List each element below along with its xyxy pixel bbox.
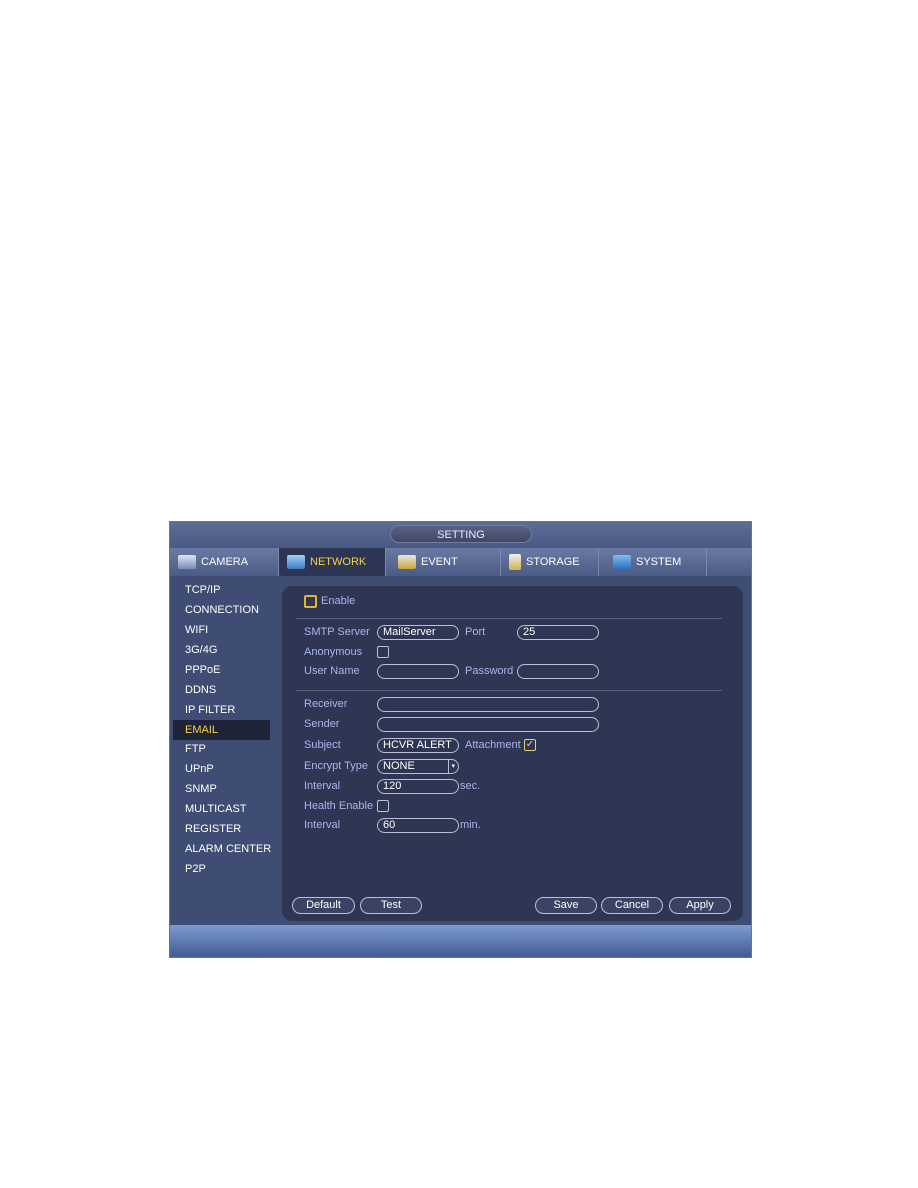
settings-window: SETTING CAMERA NETWORK EVENT STORAGE SYS… (169, 521, 752, 958)
smtp-server-label: SMTP Server (304, 626, 370, 638)
default-button[interactable]: Default (292, 897, 355, 914)
health-enable-label: Health Enable (304, 800, 374, 812)
email-settings-panel: Enable SMTP Server MailServer Port 25 An… (282, 586, 743, 921)
dropdown-arrow-icon: ▾ (448, 760, 455, 773)
sidebar-item-multicast[interactable]: MULTICAST (185, 803, 247, 815)
receiver-input[interactable] (377, 697, 599, 712)
storage-icon (509, 554, 521, 570)
sidebar-item-ddns[interactable]: DDNS (185, 684, 216, 696)
checkmark-icon: ✓ (525, 739, 535, 750)
sender-label: Sender (304, 718, 340, 730)
sidebar-item-tcpip[interactable]: TCP/IP (185, 584, 220, 596)
sidebar-item-alarm-center[interactable]: ALARM CENTER (185, 843, 271, 855)
sidebar-item-connection[interactable]: CONNECTION (185, 604, 259, 616)
camera-icon (178, 555, 196, 569)
health-interval-input[interactable]: 60 (377, 818, 459, 833)
test-button[interactable]: Test (360, 897, 422, 914)
attachment-checkbox[interactable]: ✓ (524, 739, 536, 751)
footer-bar (170, 925, 751, 957)
smtp-server-input[interactable]: MailServer (377, 625, 459, 640)
tab-network[interactable]: NETWORK (279, 548, 386, 576)
interval-input[interactable]: 120 (377, 779, 459, 794)
interval-label: Interval (304, 780, 341, 792)
network-icon (287, 555, 305, 569)
health-interval-unit: min. (460, 819, 481, 831)
subject-input[interactable]: HCVR ALERT (377, 738, 459, 753)
apply-button[interactable]: Apply (669, 897, 731, 914)
attachment-label: Attachment (465, 739, 521, 751)
enable-checkbox[interactable] (304, 595, 317, 608)
tab-system[interactable]: SYSTEM (599, 548, 707, 576)
tab-camera[interactable]: CAMERA (170, 548, 279, 576)
sidebar-item-register[interactable]: REGISTER (185, 823, 241, 835)
tab-label: CAMERA (201, 556, 249, 568)
port-input[interactable]: 25 (517, 625, 599, 640)
sidebar-item-wifi[interactable]: WIFI (185, 624, 208, 636)
subject-label: Subject (304, 739, 341, 751)
tab-event[interactable]: EVENT (386, 548, 501, 576)
system-icon (613, 555, 631, 569)
tab-label: EVENT (421, 556, 458, 568)
tab-label: SYSTEM (636, 556, 682, 568)
title-bar: SETTING (170, 522, 751, 548)
health-enable-checkbox[interactable] (377, 800, 389, 812)
divider (296, 618, 722, 619)
encrypt-type-label: Encrypt Type (304, 760, 368, 772)
password-input[interactable] (517, 664, 599, 679)
health-interval-label: Interval (304, 819, 341, 831)
anonymous-checkbox[interactable] (377, 646, 389, 658)
main-tabs: CAMERA NETWORK EVENT STORAGE SYSTEM (170, 548, 751, 576)
user-name-input[interactable] (377, 664, 459, 679)
window-title: SETTING (390, 525, 532, 543)
user-name-label: User Name (304, 665, 360, 677)
save-button[interactable]: Save (535, 897, 597, 914)
tab-label: NETWORK (310, 556, 367, 568)
tab-label: STORAGE (526, 556, 580, 568)
receiver-label: Receiver (304, 698, 348, 710)
interval-unit: sec. (460, 780, 481, 792)
sidebar-item-email[interactable]: EMAIL (185, 724, 218, 736)
sidebar-item-p2p[interactable]: P2P (185, 863, 206, 875)
cancel-button[interactable]: Cancel (601, 897, 663, 914)
port-label: Port (465, 626, 486, 638)
sender-input[interactable] (377, 717, 599, 732)
sidebar-item-ip-filter[interactable]: IP FILTER (185, 704, 235, 716)
encrypt-type-value: NONE (383, 760, 415, 772)
tab-storage[interactable]: STORAGE (501, 548, 599, 576)
sidebar-item-3g4g[interactable]: 3G/4G (185, 644, 217, 656)
encrypt-type-select[interactable]: NONE ▾ (377, 759, 459, 774)
sidebar-item-snmp[interactable]: SNMP (185, 783, 217, 795)
event-icon (398, 555, 416, 569)
enable-label: Enable (321, 595, 356, 607)
anonymous-label: Anonymous (304, 646, 363, 658)
sidebar-item-upnp[interactable]: UPnP (185, 763, 214, 775)
password-label: Password (465, 665, 514, 677)
sidebar-item-pppoe[interactable]: PPPoE (185, 664, 220, 676)
sidebar-item-ftp[interactable]: FTP (185, 743, 206, 755)
divider (296, 690, 722, 691)
